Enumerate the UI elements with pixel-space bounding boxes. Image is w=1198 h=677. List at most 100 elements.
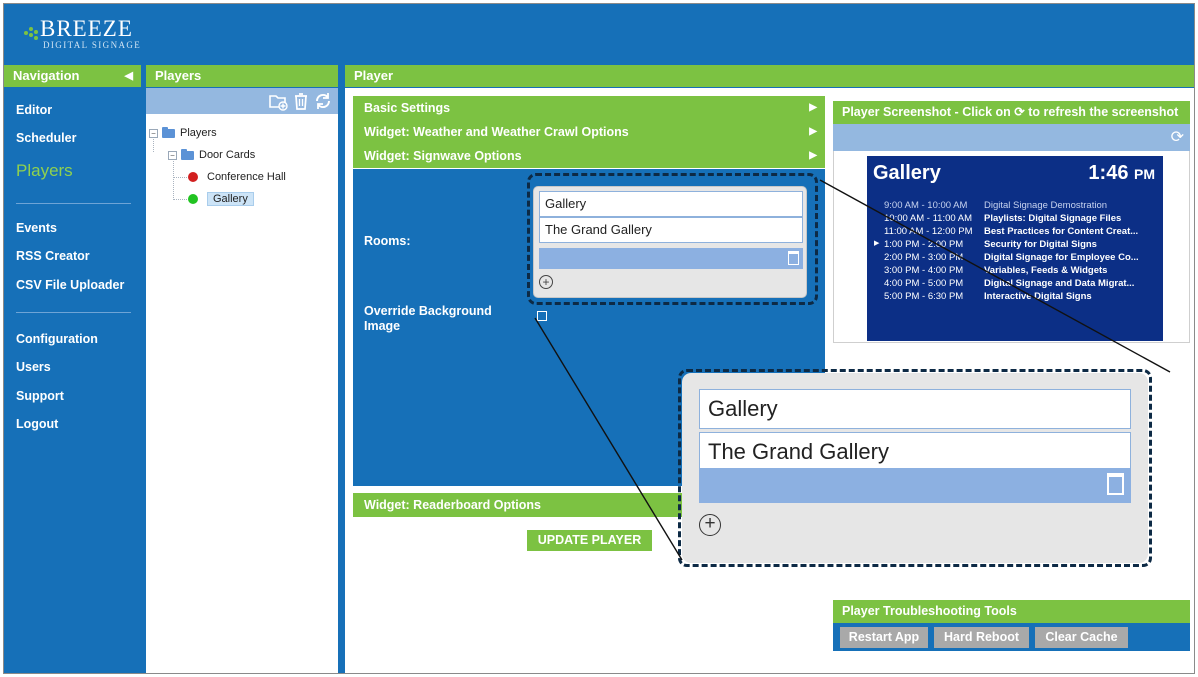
schedule-time: 11:00 AM - 12:00 PM — [884, 226, 973, 237]
schedule-event: Variables, Feeds & Widgets — [984, 265, 1108, 276]
player-panel-header: Player — [345, 65, 1194, 87]
schedule-event: Best Practices for Content Creat... — [984, 226, 1139, 237]
nav-item-rss-creator[interactable]: RSS Creator — [16, 249, 90, 263]
room-item-gallery[interactable]: Gallery — [539, 191, 803, 217]
nav-item-logout[interactable]: Logout — [16, 417, 58, 431]
nav-item-editor[interactable]: Editor — [16, 103, 52, 117]
player-screenshot-image: Gallery 1:46 PM 9:00 AM - 10:00 AM Digita… — [867, 156, 1163, 341]
schedule-event: Digital Signage and Data Migrat... — [984, 278, 1135, 289]
sign-time: 1:46 PM — [1088, 162, 1155, 185]
current-event-pointer-icon: ▶ — [874, 240, 880, 247]
sign-title: Gallery — [873, 162, 941, 184]
section-signwave-options[interactable]: Widget: Signwave Options ▶ — [353, 144, 825, 168]
screenshot-toolbar: ⟳ — [833, 124, 1190, 151]
add-folder-icon[interactable] — [268, 91, 288, 116]
expand-arrow-icon: ▶ — [809, 126, 817, 137]
sign-time-suffix: PM — [1134, 166, 1155, 182]
zoom-trash-icon — [1107, 473, 1124, 495]
section-label: Widget: Signwave Options — [364, 149, 522, 163]
trash-icon[interactable] — [292, 91, 310, 116]
section-basic-settings[interactable]: Basic Settings ▶ — [353, 96, 825, 120]
schedule-event: Playlists: Digital Signage Files — [984, 213, 1122, 224]
breeze-logo: BREEZE DIGITAL SIGNAGE — [24, 16, 154, 52]
nav-item-configuration[interactable]: Configuration — [16, 332, 98, 346]
sign-time-value: 1:46 — [1088, 162, 1129, 184]
schedule-time: 1:00 PM - 2:00 PM — [884, 239, 964, 250]
player-panel: Basic Settings ▶ Widget: Weather and Wea… — [345, 88, 1194, 673]
screenshot-header-suffix: to refresh the screenshot — [1028, 105, 1179, 119]
schedule-row: 2:00 PM - 3:00 PM Digital Signage for Emp… — [884, 252, 1159, 264]
tree-node-gallery[interactable]: Gallery — [188, 191, 254, 207]
refresh-icon[interactable] — [313, 91, 333, 116]
navigation-title: Navigation — [13, 68, 80, 83]
troubleshooting-header: Player Troubleshooting Tools — [833, 600, 1190, 623]
navigation-header[interactable]: Navigation ◀ — [4, 65, 141, 87]
tree-node-door-cards[interactable]: − Door Cards — [168, 147, 255, 163]
override-background-checkbox[interactable] — [537, 311, 547, 321]
logo-tagline: DIGITAL SIGNAGE — [43, 40, 142, 50]
schedule-row: 9:00 AM - 10:00 AM Digital Signage Demost… — [884, 200, 1159, 212]
section-label: Widget: Readerboard Options — [364, 498, 541, 512]
players-tree-panel: − Players − Door Cards Conference Hall Gal… — [146, 88, 338, 673]
restart-app-button[interactable]: Restart App — [840, 627, 928, 648]
tree-node-label-selected: Gallery — [207, 192, 254, 206]
refresh-inline-icon: ⟳ — [1014, 105, 1025, 119]
screenshot-header-text: Player Screenshot - Click on — [842, 105, 1011, 119]
rooms-zoom-callout: Gallery The Grand Gallery + — [682, 373, 1148, 563]
schedule-time: 2:00 PM - 3:00 PM — [884, 252, 964, 263]
nav-divider — [16, 203, 131, 204]
rooms-list-box: Gallery The Grand Gallery + — [533, 186, 807, 298]
schedule-event: Security for Digital Signs — [984, 239, 1097, 250]
schedule-event: Digital Signage for Employee Co... — [984, 252, 1139, 263]
section-weather-options[interactable]: Widget: Weather and Weather Crawl Option… — [353, 120, 825, 144]
update-player-button[interactable]: UPDATE PLAYER — [527, 530, 652, 551]
collapse-nav-icon[interactable]: ◀ — [125, 65, 133, 87]
expand-arrow-icon: ▶ — [809, 102, 817, 113]
logo-dots-icon — [24, 25, 38, 41]
delete-room-icon[interactable] — [788, 251, 799, 265]
player-screenshot-header: Player Screenshot - Click on ⟳ to refres… — [833, 101, 1190, 124]
hard-reboot-button[interactable]: Hard Reboot — [934, 627, 1029, 648]
collapse-icon[interactable]: − — [168, 150, 177, 160]
zoom-action-bar — [699, 468, 1131, 503]
folder-icon — [162, 126, 175, 138]
rooms-label: Rooms: — [364, 234, 411, 248]
nav-item-csv-file-uploader[interactable]: CSV File Uploader — [16, 278, 124, 292]
schedule-time: 5:00 PM - 6:30 PM — [884, 291, 964, 302]
nav-item-scheduler[interactable]: Scheduler — [16, 131, 76, 145]
schedule-row: 10:00 AM - 11:00 AM Playlists: Digital Si… — [884, 213, 1159, 225]
refresh-screenshot-icon[interactable]: ⟳ — [1171, 127, 1184, 147]
zoom-room-item-grand-gallery: The Grand Gallery — [699, 432, 1131, 472]
room-item-grand-gallery[interactable]: The Grand Gallery — [539, 217, 803, 243]
tree-node-label: Players — [180, 127, 217, 139]
clear-cache-button[interactable]: Clear Cache — [1035, 627, 1128, 648]
logo-word: BREEZE — [40, 16, 133, 41]
tree-connector — [173, 177, 187, 178]
tree-node-players-root[interactable]: − Players — [149, 125, 217, 141]
schedule-event: Interactive Digital Signs — [984, 291, 1092, 302]
schedule-time: 4:00 PM - 5:00 PM — [884, 278, 964, 289]
nav-item-support[interactable]: Support — [16, 389, 64, 403]
schedule-row-current: 1:00 PM - 2:00 PM Security for Digital Si… — [884, 239, 1159, 251]
schedule-row: 3:00 PM - 4:00 PM Variables, Feeds & Widg… — [884, 265, 1159, 277]
tree-node-label: Door Cards — [199, 149, 256, 161]
expand-arrow-icon: ▶ — [809, 150, 817, 161]
schedule-row: 11:00 AM - 12:00 PM Best Practices for Co… — [884, 226, 1159, 238]
troubleshooting-toolbar: Restart App Hard Reboot Clear Cache — [833, 623, 1190, 651]
add-room-icon[interactable]: + — [539, 275, 553, 289]
collapse-icon[interactable]: − — [149, 128, 158, 138]
online-status-icon — [188, 194, 198, 205]
schedule-event: Digital Signage Demostration — [984, 200, 1108, 211]
section-label: Basic Settings — [364, 101, 451, 115]
tree-node-label: Conference Hall — [207, 171, 286, 183]
nav-item-players[interactable]: Players — [16, 161, 73, 181]
offline-status-icon — [188, 172, 198, 183]
zoom-room-item-gallery: Gallery — [699, 389, 1131, 429]
schedule-row: 5:00 PM - 6:30 PM Interactive Digital Sig… — [884, 291, 1159, 303]
tree-node-conference-hall[interactable]: Conference Hall — [188, 169, 286, 185]
players-toolbar — [146, 88, 338, 114]
nav-item-users[interactable]: Users — [16, 360, 51, 374]
nav-item-events[interactable]: Events — [16, 221, 57, 235]
rooms-action-bar — [539, 248, 803, 269]
schedule-row: 4:00 PM - 5:00 PM Digital Signage and Dat… — [884, 278, 1159, 290]
